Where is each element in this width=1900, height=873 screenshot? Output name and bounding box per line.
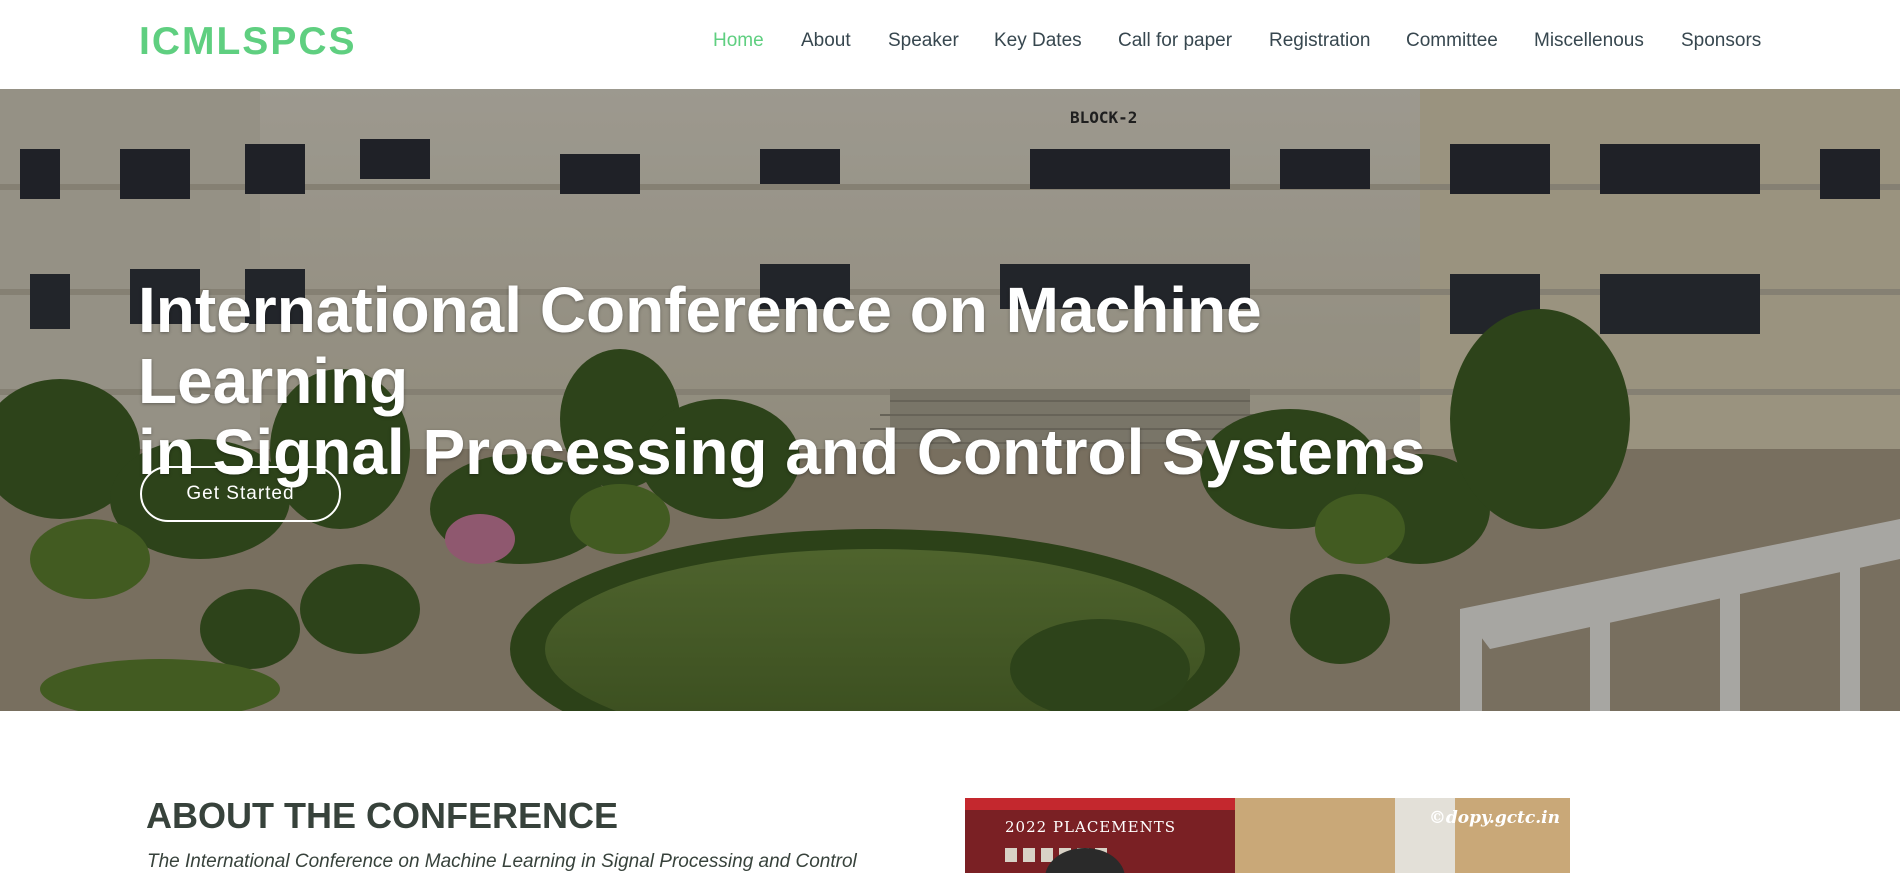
hero-title-line-1: International Conference on Machine Lear… [138, 274, 1262, 417]
nav-sponsors[interactable]: Sponsors [1681, 30, 1761, 52]
about-heading: ABOUT THE CONFERENCE [146, 795, 619, 836]
nav-call-for-paper[interactable]: Call for paper [1118, 30, 1232, 52]
hero-title: International Conference on Machine Lear… [138, 275, 1538, 488]
get-started-button[interactable]: Get Started [140, 466, 341, 522]
nav-registration[interactable]: Registration [1269, 30, 1370, 52]
site-header: ICMLSPCS Home About Speaker Key Dates Ca… [0, 0, 1900, 89]
photo-banner-text: 2022 PLACEMENTS [1005, 818, 1176, 836]
nav-about[interactable]: About [801, 30, 851, 52]
nav-committee[interactable]: Committee [1406, 30, 1498, 52]
nav-home[interactable]: Home [713, 30, 764, 52]
nav-speaker[interactable]: Speaker [888, 30, 959, 52]
about-photo: 2022 PLACEMENTS ©dopy.gctc.in [965, 798, 1570, 873]
hero-section: BLOCK-2 International Conference on Mach… [0, 89, 1900, 711]
about-intro-text: The International Conference on Machine … [147, 851, 857, 872]
site-logo[interactable]: ICMLSPCS [139, 20, 357, 64]
nav-miscellenous[interactable]: Miscellenous [1534, 30, 1644, 52]
photo-credit-watermark: ©dopy.gctc.in [1428, 808, 1560, 828]
nav-key-dates[interactable]: Key Dates [994, 30, 1082, 52]
hero-title-line-2: in Signal Processing and Control Systems [138, 416, 1426, 488]
